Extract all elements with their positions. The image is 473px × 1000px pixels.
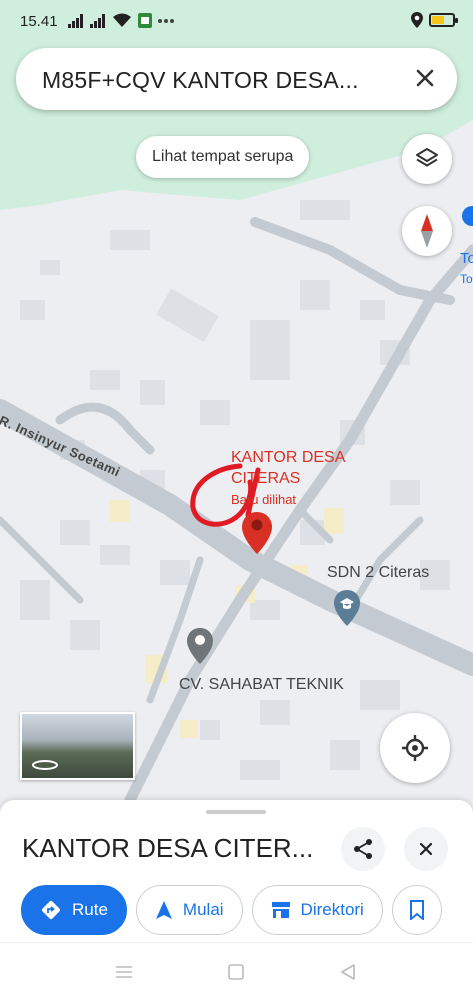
storefront-icon xyxy=(271,902,290,918)
place-pin-icon[interactable] xyxy=(185,626,215,666)
directory-label: Direktori xyxy=(300,900,364,919)
start-label: Mulai xyxy=(182,900,224,919)
route-label: Rute xyxy=(72,900,108,919)
close-icon xyxy=(419,842,433,856)
poi-school-label[interactable]: SDN 2 Citeras xyxy=(327,564,429,582)
layers-icon xyxy=(416,148,438,167)
compass-icon xyxy=(421,214,433,248)
school-pin-icon[interactable] xyxy=(332,588,362,628)
location-pin-icon[interactable] xyxy=(240,510,274,556)
place-title: KANTOR DESA CITER... xyxy=(22,833,314,863)
my-location-button[interactable] xyxy=(380,713,450,783)
battery-icon xyxy=(429,13,458,27)
home-icon[interactable] xyxy=(228,964,244,980)
compass-button[interactable] xyxy=(402,206,452,256)
save-button[interactable] xyxy=(391,885,442,935)
share-icon xyxy=(354,839,372,859)
close-icon[interactable] xyxy=(409,62,441,94)
back-icon[interactable] xyxy=(340,964,356,980)
sheet-close-button[interactable] xyxy=(404,827,448,871)
start-button[interactable]: Mulai xyxy=(135,885,243,935)
navigation-arrow-icon xyxy=(155,901,172,919)
route-button[interactable]: Rute xyxy=(21,885,127,935)
wifi-icon xyxy=(113,13,131,27)
street-view-360-icon xyxy=(32,760,58,770)
edge-poi-label: To xyxy=(460,250,473,267)
place-sheet[interactable]: KANTOR DESA CITER... Rute Mulai Direktor… xyxy=(0,800,473,942)
status-bar: 15.41 xyxy=(0,0,473,44)
location-icon xyxy=(411,12,423,28)
crosshair-icon xyxy=(402,735,428,761)
layers-button[interactable] xyxy=(402,134,452,184)
share-button[interactable] xyxy=(341,827,385,871)
status-time: 15.41 xyxy=(20,13,58,30)
selected-place-name: KANTOR DESA CITERAS xyxy=(231,449,345,487)
system-nav-bar xyxy=(0,942,473,1000)
signal-icon xyxy=(90,13,105,28)
edge-poi-sublabel: To xyxy=(460,272,473,286)
action-buttons: Rute Mulai Direktori xyxy=(21,885,442,935)
signal-icon xyxy=(68,13,83,28)
sheet-handle[interactable] xyxy=(206,810,266,814)
more-notifications-icon xyxy=(158,18,174,23)
poi-shop-label[interactable]: CV. SAHABAT TEKNIK xyxy=(179,676,344,694)
search-query[interactable]: M85F+CQV KANTOR DESA... xyxy=(42,67,359,94)
selected-place-label[interactable]: KANTOR DESA CITERAS Baru dilihat xyxy=(231,447,361,510)
directory-button[interactable]: Direktori xyxy=(251,885,383,935)
street-view-thumbnail[interactable] xyxy=(20,712,135,780)
menu-icon[interactable] xyxy=(115,965,133,979)
directions-icon xyxy=(41,900,61,920)
bookmark-icon xyxy=(409,900,424,920)
search-bar[interactable]: M85F+CQV KANTOR DESA... xyxy=(16,48,457,110)
notification-app-icon xyxy=(138,13,152,28)
selected-place-sub: Baru dilihat xyxy=(231,492,297,507)
similar-places-chip[interactable]: Lihat tempat serupa xyxy=(136,136,310,178)
